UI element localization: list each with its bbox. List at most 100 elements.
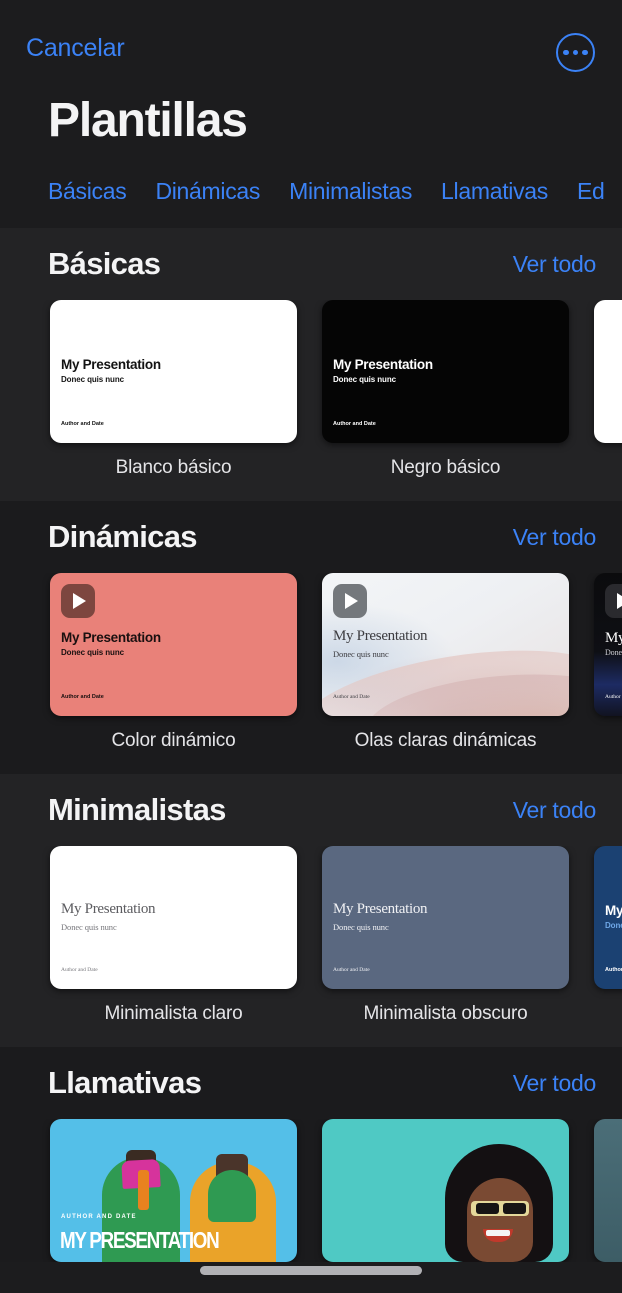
see-all-button[interactable]: Ver todo bbox=[513, 524, 597, 551]
template-card[interactable]: My Presentation Donec quis nunc Author a… bbox=[322, 573, 569, 752]
slide-title: My Presentation bbox=[61, 357, 161, 372]
template-row[interactable]: My Presentation Donec quis nunc Author a… bbox=[0, 300, 622, 479]
section-title: Minimalistas bbox=[48, 792, 226, 827]
sunglasses-lens-right bbox=[503, 1203, 526, 1214]
person-teeth bbox=[486, 1230, 510, 1236]
template-row[interactable]: My Presentation Donec quis nunc Author a… bbox=[0, 846, 622, 1025]
template-card[interactable]: My Presentation Donec quis nunc Author a… bbox=[50, 846, 297, 1025]
slide-title: MY PRESENTATION bbox=[60, 1227, 220, 1253]
template-card[interactable]: AUTHOR AND DATE MY PRESENTATION bbox=[50, 1119, 297, 1262]
ellipsis-circle-icon[interactable] bbox=[556, 33, 595, 72]
category-tab-bar[interactable]: Básicas Dinámicas Minimalistas Llamativa… bbox=[0, 178, 622, 206]
slide-title: My Presentation bbox=[333, 901, 428, 917]
template-thumbnail[interactable]: My Presentation Donec quis nunc Author a… bbox=[50, 846, 297, 989]
slide-subtitle: Donec quis nunc bbox=[61, 648, 124, 657]
slide-subtitle: Donec quis nunc bbox=[333, 649, 389, 659]
slide-preview: My Presentation Donec quis nunc Author a… bbox=[50, 846, 297, 989]
template-thumbnail[interactable]: My Presentation Donec quis nunc Author a… bbox=[50, 573, 297, 716]
cancel-button[interactable]: Cancelar bbox=[26, 36, 125, 61]
slide-subtitle: Donec quis nunc bbox=[605, 648, 622, 657]
slide-preview: My Presentation Donec quis nunc Author a… bbox=[50, 300, 297, 443]
slide-author: Author and Date bbox=[61, 967, 98, 973]
tab-editoriales[interactable]: Ed bbox=[577, 178, 605, 206]
template-thumbnail[interactable]: My Presentation Donec quis nunc Author a… bbox=[594, 573, 622, 716]
template-thumbnail[interactable]: My Presentation Donec quis nunc Author a… bbox=[322, 300, 569, 443]
template-name: Minimalista obscuro bbox=[363, 1003, 528, 1024]
slide-title: My Presentation bbox=[333, 357, 433, 372]
section-title: Llamativas bbox=[48, 1065, 202, 1100]
section-header: Dinámicas Ver todo bbox=[0, 501, 622, 573]
section-header: Minimalistas Ver todo bbox=[0, 774, 622, 846]
slide-author: Author and Date bbox=[333, 967, 370, 973]
template-thumbnail[interactable] bbox=[594, 300, 622, 443]
templates-screen: Cancelar Plantillas Básicas Dinámicas Mi… bbox=[0, 0, 622, 1293]
template-card-partial[interactable]: My Presentation Donec quis nunc Author a… bbox=[594, 573, 622, 752]
template-card[interactable] bbox=[322, 1119, 569, 1262]
template-thumbnail[interactable]: My Presentation Donec quis nunc Author a… bbox=[594, 846, 622, 989]
slide-preview: My Presentation Donec quis nunc Author a… bbox=[322, 573, 569, 716]
tab-dinamicas[interactable]: Dinámicas bbox=[155, 178, 260, 206]
template-thumbnail[interactable]: My Presentation Donec quis nunc Author a… bbox=[322, 846, 569, 989]
template-name: Blanco básico bbox=[115, 457, 232, 478]
section-dinamicas: Dinámicas Ver todo My Presentation Donec… bbox=[0, 501, 622, 774]
section-basicas: Básicas Ver todo My Presentation Donec q… bbox=[0, 228, 622, 501]
template-name: Negro básico bbox=[390, 457, 501, 478]
template-row[interactable]: My Presentation Donec quis nunc Author a… bbox=[0, 573, 622, 752]
template-card-partial[interactable] bbox=[594, 1119, 622, 1262]
template-card[interactable]: My Presentation Donec quis nunc Author a… bbox=[322, 300, 569, 479]
dot-2 bbox=[572, 49, 579, 56]
section-title: Básicas bbox=[48, 246, 161, 281]
slide-preview: My Presentation Donec quis nunc Author a… bbox=[322, 846, 569, 989]
see-all-button[interactable]: Ver todo bbox=[513, 797, 597, 824]
slide-preview: My Presentation Donec quis nunc Author a… bbox=[594, 846, 622, 989]
slide-author: Author and Date bbox=[605, 694, 622, 700]
section-header: Básicas Ver todo bbox=[0, 228, 622, 300]
template-thumbnail[interactable]: My Presentation Donec quis nunc Author a… bbox=[50, 300, 297, 443]
template-thumbnail[interactable]: My Presentation Donec quis nunc Author a… bbox=[322, 573, 569, 716]
template-thumbnail[interactable]: AUTHOR AND DATE MY PRESENTATION bbox=[50, 1119, 297, 1262]
see-all-button[interactable]: Ver todo bbox=[513, 251, 597, 278]
template-card[interactable]: My Presentation Donec quis nunc Author a… bbox=[322, 846, 569, 1025]
template-card-partial[interactable] bbox=[594, 300, 622, 479]
slide-title: My Presentation bbox=[605, 903, 622, 918]
dot-1 bbox=[563, 49, 569, 56]
row-spacer bbox=[0, 479, 622, 501]
slide-subtitle: Donec quis nunc bbox=[333, 375, 396, 384]
play-icon bbox=[333, 584, 367, 618]
template-thumbnail[interactable] bbox=[594, 1119, 622, 1262]
template-row[interactable]: AUTHOR AND DATE MY PRESENTATION bbox=[0, 1119, 622, 1262]
person-orange-tie bbox=[138, 1170, 149, 1210]
slide-author: Author and Date bbox=[333, 694, 370, 700]
template-name: Olas claras dinámicas bbox=[354, 730, 537, 751]
slide-title: My Presentation bbox=[61, 901, 156, 917]
slide-preview: My Presentation Donec quis nunc Author a… bbox=[50, 573, 297, 716]
template-card-partial[interactable]: My Presentation Donec quis nunc Author a… bbox=[594, 846, 622, 1025]
slide-subtitle: Donec quis nunc bbox=[605, 921, 622, 930]
slide-preview: My Presentation Donec quis nunc Author a… bbox=[322, 300, 569, 443]
tab-llamativas[interactable]: Llamativas bbox=[441, 178, 548, 206]
template-name: Color dinámico bbox=[111, 730, 236, 751]
row-spacer bbox=[0, 752, 622, 774]
section-minimalistas: Minimalistas Ver todo My Presentation Do… bbox=[0, 774, 622, 1047]
slide-author: Author and Date bbox=[61, 694, 104, 700]
page-title: Plantillas bbox=[48, 94, 248, 147]
person-face bbox=[467, 1178, 533, 1262]
slide-title: My Presentation bbox=[61, 630, 161, 645]
template-card[interactable]: My Presentation Donec quis nunc Author a… bbox=[50, 300, 297, 479]
slide-author: Author and Date bbox=[605, 967, 622, 973]
slide-title: My Presentation bbox=[605, 630, 622, 646]
dot-3 bbox=[582, 49, 588, 56]
tab-basicas[interactable]: Básicas bbox=[48, 178, 127, 206]
play-icon bbox=[61, 584, 95, 618]
see-all-button[interactable]: Ver todo bbox=[513, 1070, 597, 1097]
home-indicator bbox=[200, 1266, 422, 1275]
slide-preview: My Presentation Donec quis nunc Author a… bbox=[594, 573, 622, 716]
tab-minimalistas[interactable]: Minimalistas bbox=[289, 178, 412, 206]
section-title: Dinámicas bbox=[48, 519, 197, 554]
section-header: Llamativas Ver todo bbox=[0, 1047, 622, 1119]
sunglasses-lens-left bbox=[476, 1203, 499, 1214]
template-card[interactable]: My Presentation Donec quis nunc Author a… bbox=[50, 573, 297, 752]
template-thumbnail[interactable] bbox=[322, 1119, 569, 1262]
navigation-bar: Cancelar bbox=[0, 0, 622, 88]
slide-author: Author and Date bbox=[61, 421, 104, 427]
